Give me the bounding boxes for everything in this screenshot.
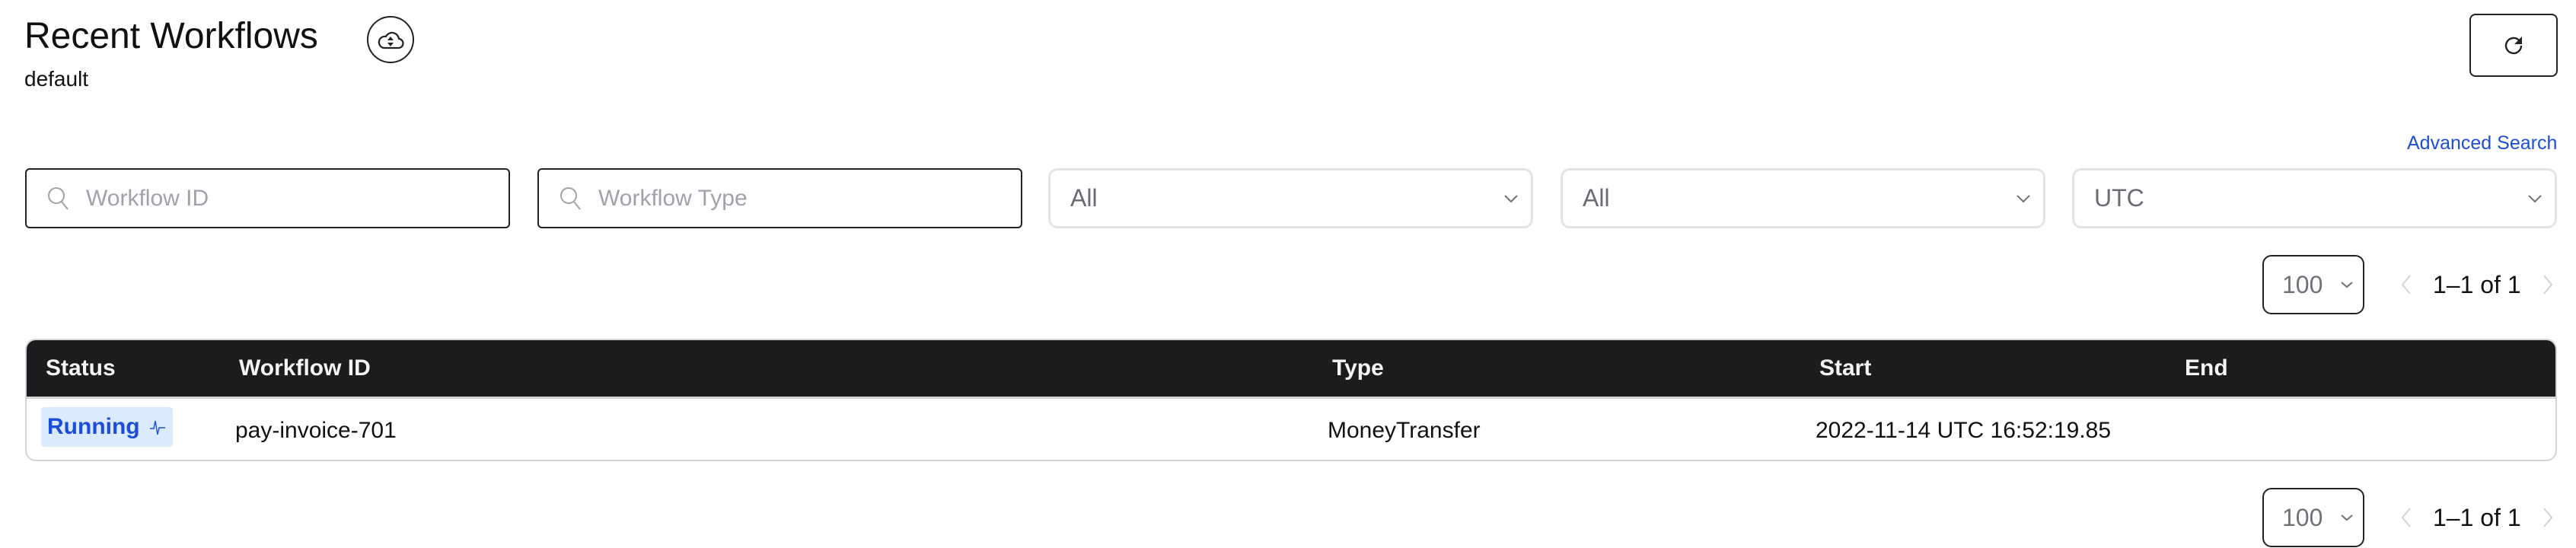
column-header-start: Start (1819, 355, 1872, 381)
page-title: Recent Workflows (24, 16, 318, 56)
pagination-bottom: 100 1–1 of 1 (2262, 487, 2559, 548)
chevron-down-icon (2014, 190, 2032, 208)
next-page-button[interactable] (2536, 502, 2559, 533)
column-header-status: Status (46, 355, 116, 381)
search-icon (556, 183, 586, 214)
cloud-sort-icon (377, 28, 404, 51)
refresh-icon (2501, 33, 2527, 59)
previous-page-button[interactable] (2395, 269, 2418, 300)
workflow-id-link[interactable]: pay-invoice-701 (235, 399, 397, 460)
page-range: 1–1 of 1 (2433, 270, 2521, 298)
chevron-left-icon (2401, 275, 2411, 295)
table-header: Status Workflow ID Type Start End (27, 340, 2555, 399)
heartbeat-icon (149, 418, 166, 436)
timezone-select[interactable]: UTC (2072, 168, 2557, 228)
column-header-end: End (2185, 355, 2228, 381)
page-size-select[interactable]: 100 (2262, 255, 2364, 314)
workflow-type-input[interactable] (597, 184, 996, 212)
chevron-down-icon (2340, 281, 2354, 288)
cloud-sort-button[interactable] (367, 16, 414, 63)
chevron-down-icon (1502, 190, 1520, 208)
pagination-top: 100 1–1 of 1 (2262, 254, 2559, 315)
chevron-down-icon (2340, 514, 2354, 521)
chevron-down-icon (2526, 190, 2544, 208)
chevron-right-icon (2543, 275, 2552, 295)
execution-status-select[interactable]: All (1048, 168, 1533, 228)
next-page-button[interactable] (2536, 269, 2559, 300)
page-range: 1–1 of 1 (2433, 503, 2521, 531)
search-icon (43, 183, 74, 214)
workflow-id-filter[interactable] (25, 168, 510, 228)
namespace-label: default (24, 67, 89, 91)
column-header-workflow-id: Workflow ID (239, 355, 371, 381)
refresh-button[interactable] (2469, 14, 2558, 77)
status-badge[interactable]: Running (41, 407, 173, 447)
workflow-id-input[interactable] (84, 184, 483, 212)
workflow-type-filter[interactable] (537, 168, 1022, 228)
previous-page-button[interactable] (2395, 502, 2418, 533)
status-label: Running (47, 414, 140, 439)
time-range-value: All (1583, 184, 1610, 212)
chevron-left-icon (2401, 508, 2411, 527)
page-size-value: 100 (2282, 503, 2323, 531)
start-time-cell: 2022-11-14 UTC 16:52:19.85 (1816, 418, 2112, 443)
time-range-select[interactable]: All (1561, 168, 2045, 228)
table-row[interactable]: Running pay-invoice-701 MoneyTransfer 20… (27, 399, 2555, 460)
execution-status-value: All (1070, 184, 1098, 212)
workflow-type-cell: MoneyTransfer (1328, 418, 1481, 443)
workflows-table: Status Workflow ID Type Start End Runnin… (25, 339, 2557, 461)
page-size-value: 100 (2282, 270, 2323, 298)
column-header-type: Type (1332, 355, 1384, 381)
page-size-select[interactable]: 100 (2262, 488, 2364, 547)
timezone-value: UTC (2094, 184, 2144, 212)
chevron-right-icon (2543, 508, 2552, 527)
advanced-search-link[interactable]: Advanced Search (2407, 131, 2557, 155)
